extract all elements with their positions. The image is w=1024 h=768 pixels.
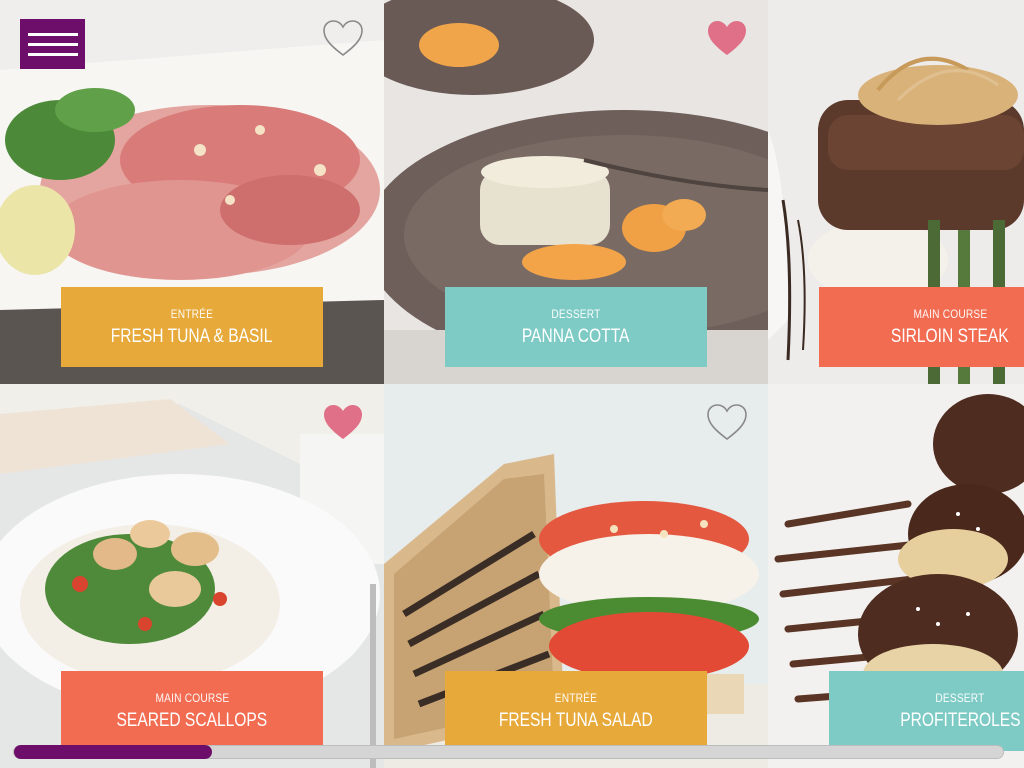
hamburger-menu-icon-bar <box>27 52 78 56</box>
recipe-card-fresh-tuna-salad[interactable]: ENTRÉE FRESH TUNA SALAD <box>384 384 768 768</box>
scrollbar-thumb[interactable] <box>14 745 212 759</box>
recipe-label: ENTRÉE FRESH TUNA SALAD <box>445 671 707 751</box>
recipe-title: FRESH TUNA SALAD <box>499 709 653 731</box>
recipe-label: MAIN COURSE SEARED SCALLOPS <box>61 671 323 751</box>
recipe-card-sirloin-steak[interactable]: MAIN COURSE SIRLOIN STEAK <box>768 0 1024 384</box>
recipe-title: PROFITEROLES <box>899 709 1021 731</box>
hamburger-menu-icon-bar <box>27 42 78 46</box>
recipe-label: DESSERT PANNA COTTA <box>445 287 707 367</box>
recipe-title: PANNA COTTA <box>522 325 630 347</box>
recipe-course: MAIN COURSE <box>913 306 987 321</box>
recipe-course: DESSERT <box>935 690 985 705</box>
recipe-course: DESSERT <box>551 306 601 321</box>
recipe-card-panna-cotta[interactable]: DESSERT PANNA COTTA <box>384 0 768 384</box>
recipe-course: ENTRÉE <box>170 306 214 321</box>
recipe-course: MAIN COURSE <box>155 690 229 705</box>
heart-outline-icon[interactable] <box>705 402 749 442</box>
recipe-course: ENTRÉE <box>554 690 598 705</box>
heart-filled-icon[interactable] <box>705 18 749 58</box>
recipe-title: SIRLOIN STEAK <box>891 325 1009 347</box>
recipe-grid: ENTRÉE FRESH TUNA & BASIL DESSERT PANNA … <box>0 0 1024 768</box>
heart-filled-icon[interactable] <box>321 402 365 442</box>
recipe-title: SEARED SCALLOPS <box>116 709 268 731</box>
recipe-title: FRESH TUNA & BASIL <box>111 325 273 347</box>
menu-button[interactable] <box>20 19 85 69</box>
recipe-card-profiteroles[interactable]: DESSERT PROFITEROLES <box>768 384 1024 768</box>
horizontal-scrollbar[interactable] <box>13 745 1004 759</box>
recipe-label: DESSERT PROFITEROLES <box>829 671 1024 751</box>
recipe-label: MAIN COURSE SIRLOIN STEAK <box>819 287 1024 367</box>
recipe-label: ENTRÉE FRESH TUNA & BASIL <box>61 287 323 367</box>
recipe-card-seared-scallops[interactable]: MAIN COURSE SEARED SCALLOPS <box>0 384 384 768</box>
heart-outline-icon[interactable] <box>321 18 365 58</box>
hamburger-menu-icon <box>27 32 78 36</box>
